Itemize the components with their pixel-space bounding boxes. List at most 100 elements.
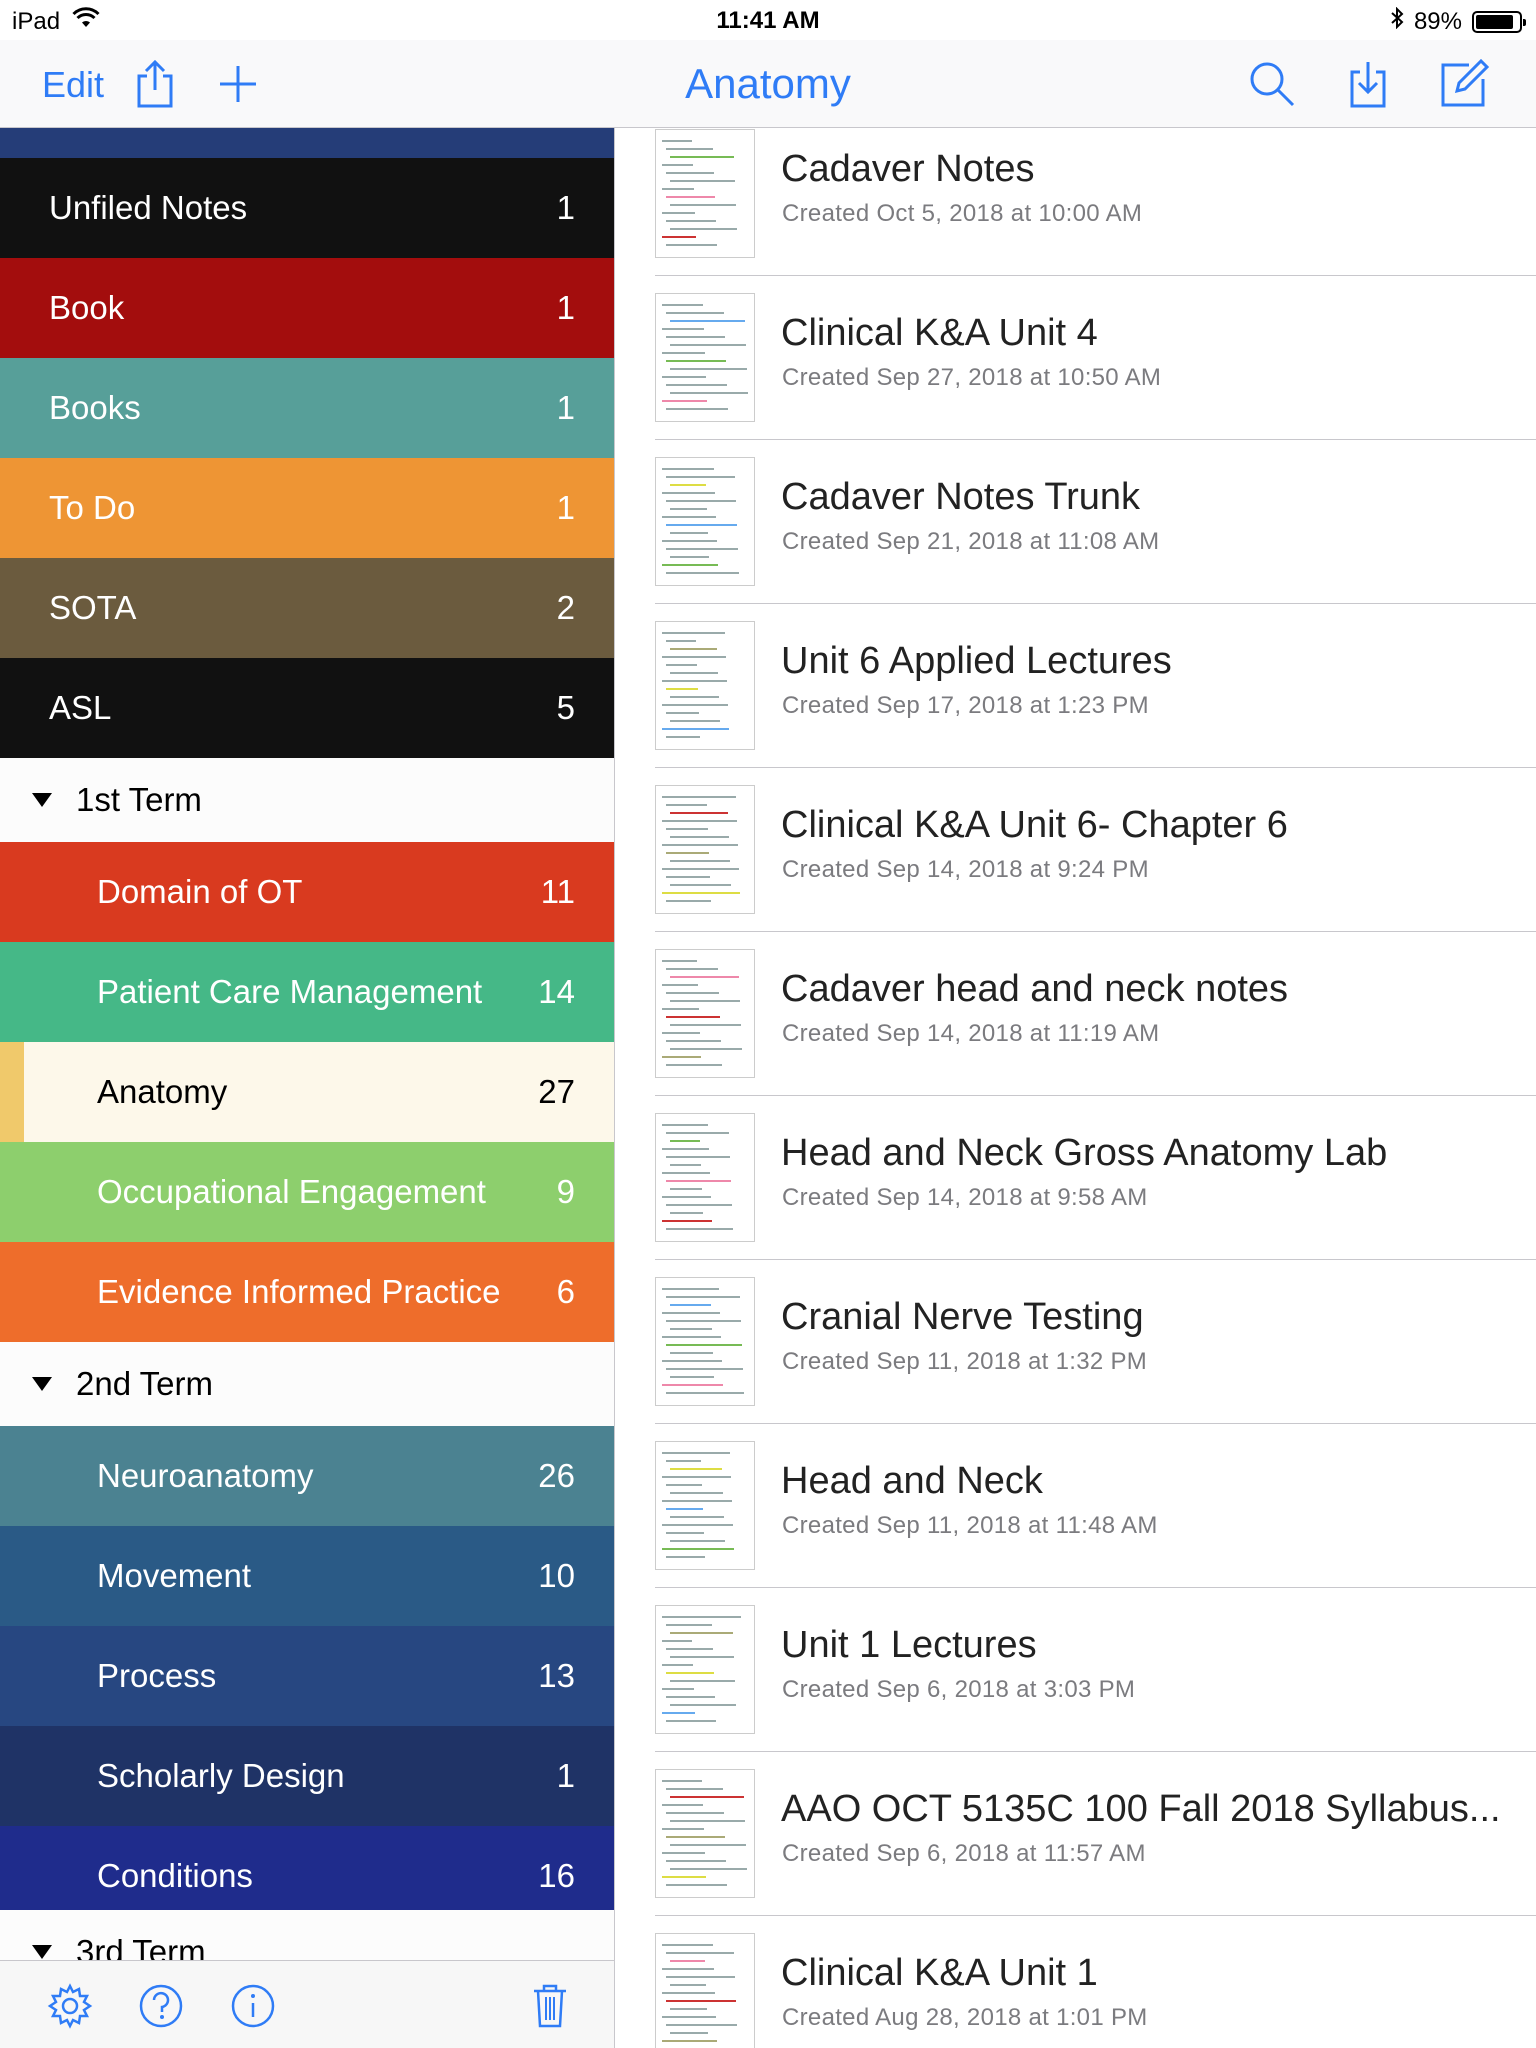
- thumbnail-line: [670, 1328, 712, 1330]
- sidebar-item-to-do[interactable]: To Do 1: [0, 458, 614, 558]
- section-header[interactable]: 2nd Term: [0, 1342, 614, 1426]
- battery-icon: [1472, 10, 1526, 33]
- compose-icon[interactable]: [1434, 54, 1494, 114]
- thumbnail-line: [662, 468, 714, 470]
- thumbnail-line: [666, 1320, 741, 1322]
- notebook-sidebar[interactable]: Unfiled Notes 1 Book 1 Books 1 To Do 1 SOTA 2 ASL 5…: [0, 128, 615, 1960]
- note-date: Created Sep 21, 2018 at 11:08 AM: [782, 528, 1160, 555]
- note-list[interactable]: Cadaver Notes Created Oct 5, 2018 at 10:0…: [616, 128, 1536, 2048]
- note-row[interactable]: Clinical K&A Unit 6- Chapter 6 Created Se…: [616, 768, 1536, 932]
- bluetooth-icon: [1390, 6, 1404, 36]
- note-title: Cadaver Notes: [781, 148, 1035, 190]
- thumbnail-line: [666, 664, 697, 666]
- note-thumbnail: [655, 1933, 755, 2048]
- import-icon[interactable]: [1338, 54, 1398, 114]
- sidebar-item-asl[interactable]: ASL 5: [0, 658, 614, 758]
- search-icon[interactable]: [1242, 54, 1302, 114]
- thumbnail-line: [662, 564, 718, 566]
- thumbnail-line: [662, 352, 705, 354]
- thumbnail-line: [666, 1368, 743, 1370]
- thumbnail-line: [666, 360, 726, 362]
- thumbnail-line: [670, 156, 734, 158]
- note-title: Cadaver Notes Trunk: [781, 476, 1141, 518]
- sidebar-item-count: 9: [556, 1173, 575, 1210]
- help-icon[interactable]: [136, 1981, 186, 2031]
- sidebar-item-anatomy[interactable]: Anatomy 27: [0, 1042, 614, 1142]
- note-date: Created Sep 11, 2018 at 11:48 AM: [782, 1512, 1158, 1539]
- note-row[interactable]: Cadaver head and neck notes Created Sep 1…: [616, 932, 1536, 1096]
- sidebar-item-process[interactable]: Process 13: [0, 1626, 614, 1726]
- sidebar-item-books[interactable]: Books 1: [0, 358, 614, 458]
- thumbnail-line: [662, 1804, 703, 1806]
- sidebar-item-neuroanatomy[interactable]: Neuroanatomy 26: [0, 1426, 614, 1526]
- note-row[interactable]: Unit 1 Lectures Created Sep 6, 2018 at 3:…: [616, 1588, 1536, 1752]
- sidebar-item-book[interactable]: Book 1: [0, 258, 614, 358]
- sidebar-item-partial[interactable]: [0, 128, 614, 158]
- info-icon[interactable]: [228, 1981, 278, 2031]
- section-header-partial[interactable]: 3rd Term: [0, 1910, 614, 1960]
- disclosure-triangle-icon[interactable]: [32, 793, 52, 807]
- thumbnail-line: [662, 1476, 731, 1478]
- thumbnail-line: [666, 876, 710, 878]
- note-row[interactable]: Cadaver Notes Created Oct 5, 2018 at 10:0…: [616, 128, 1536, 276]
- trash-icon[interactable]: [525, 1981, 575, 2031]
- sidebar-item-occupational-engagement[interactable]: Occupational Engagement 9: [0, 1142, 614, 1242]
- thumbnail-line: [670, 1516, 724, 1518]
- note-row[interactable]: Head and Neck Gross Anatomy Lab Created S…: [616, 1096, 1536, 1260]
- disclosure-triangle-icon[interactable]: [32, 1377, 52, 1391]
- sidebar-item-evidence-informed-practice[interactable]: Evidence Informed Practice 6: [0, 1242, 614, 1342]
- thumbnail-line: [666, 1064, 722, 1066]
- note-row[interactable]: Clinical K&A Unit 4 Created Sep 27, 2018 …: [616, 276, 1536, 440]
- thumbnail-line: [662, 820, 737, 822]
- thumbnail-line: [662, 164, 693, 166]
- thumbnail-line: [670, 1304, 711, 1306]
- note-row[interactable]: Cranial Nerve Testing Created Sep 11, 201…: [616, 1260, 1536, 1424]
- thumbnail-line: [666, 1556, 705, 1558]
- thumbnail-line: [666, 2024, 737, 2026]
- thumbnail-line: [670, 1704, 736, 1706]
- thumbnail-line: [662, 188, 694, 190]
- thumbnail-line: [666, 524, 737, 526]
- sidebar-item-scholarly-design[interactable]: Scholarly Design 1: [0, 1726, 614, 1826]
- note-row[interactable]: Head and Neck Created Sep 11, 2018 at 11:…: [616, 1424, 1536, 1588]
- sidebar-item-count: 14: [538, 973, 575, 1010]
- status-bar: iPad 11:41 AM 89%: [0, 0, 1536, 40]
- section-label: 2nd Term: [76, 1365, 213, 1402]
- note-row[interactable]: Unit 6 Applied Lectures Created Sep 17, 2…: [616, 604, 1536, 768]
- thumbnail-line: [670, 1140, 700, 1142]
- section-header[interactable]: 1st Term: [0, 758, 614, 842]
- thumbnail-line: [662, 1524, 733, 1526]
- thumbnail-line: [666, 992, 719, 994]
- sidebar-item-unfiled-notes[interactable]: Unfiled Notes 1: [0, 158, 614, 258]
- thumbnail-line: [662, 492, 715, 494]
- thumbnail-line: [662, 140, 692, 142]
- thumbnail-line: [662, 1688, 694, 1690]
- thumbnail-line: [670, 1820, 745, 1822]
- thumbnail-line: [666, 804, 707, 806]
- thumbnail-line: [662, 1548, 734, 1550]
- settings-gear-icon[interactable]: [45, 1981, 95, 2031]
- thumbnail-line: [670, 1680, 735, 1682]
- thumbnail-line: [666, 1648, 713, 1650]
- sidebar-item-sota[interactable]: SOTA 2: [0, 558, 614, 658]
- thumbnail-line: [662, 984, 698, 986]
- thumbnail-line: [662, 1384, 723, 1386]
- sidebar-item-label: Conditions: [97, 1857, 253, 1894]
- note-row[interactable]: Clinical K&A Unit 1 Created Aug 28, 2018 …: [616, 1916, 1536, 2048]
- thumbnail-line: [662, 1944, 713, 1946]
- sidebar-item-label: ASL: [49, 689, 112, 726]
- thumbnail-line: [666, 408, 728, 410]
- thumbnail-line: [662, 1196, 711, 1198]
- sidebar-item-movement[interactable]: Movement 10: [0, 1526, 614, 1626]
- thumbnail-line: [670, 180, 735, 182]
- note-row[interactable]: AAO OCT 5135C 100 Fall 2018 Syllabus... C…: [616, 1752, 1536, 1916]
- sidebar-item-label: To Do: [49, 489, 136, 526]
- thumbnail-line: [662, 868, 739, 870]
- sidebar-item-patient-care-management[interactable]: Patient Care Management 14: [0, 942, 614, 1042]
- sidebar-item-label: Movement: [97, 1557, 252, 1594]
- thumbnail-line: [662, 1992, 715, 1994]
- note-date: Created Sep 14, 2018 at 9:24 PM: [782, 856, 1149, 883]
- note-row[interactable]: Cadaver Notes Trunk Created Sep 21, 2018 …: [616, 440, 1536, 604]
- sidebar-item-domain-of-ot[interactable]: Domain of OT 11: [0, 842, 614, 942]
- thumbnail-line: [666, 1860, 726, 1862]
